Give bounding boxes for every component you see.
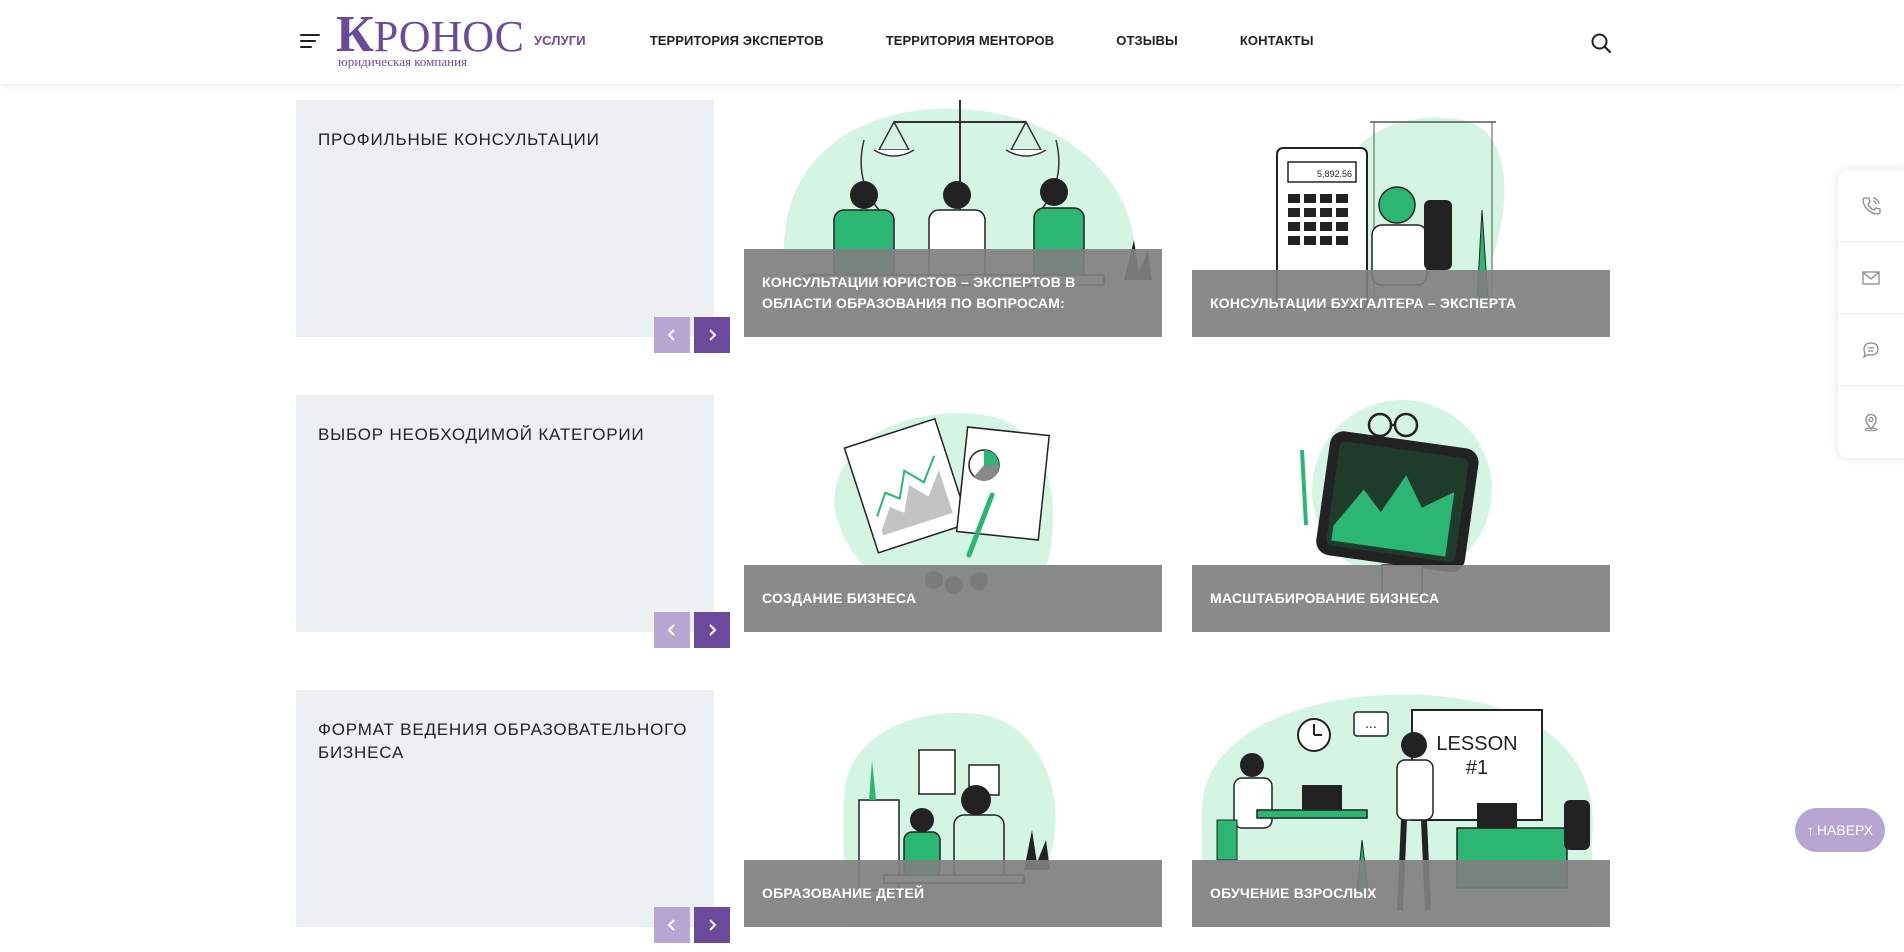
card-label: МАСШТАБИРОВАНИЕ БИЗНЕСА [1192, 565, 1610, 632]
next-arrow-button[interactable] [694, 907, 730, 943]
service-card-adult-education[interactable]: LESSON #1 ... ОБУЧЕНИЕ ВЗРОСЛЫХ [1192, 690, 1610, 927]
logo-subtitle: юридическая компания [338, 54, 468, 69]
service-row-consultations: ПРОФИЛЬНЫЕ КОНСУЛЬТАЦИИ КОНСУЛЬТАЦИИ ЮРИ… [296, 100, 1610, 353]
nav-contacts[interactable]: КОНТАКТЫ [1240, 33, 1314, 48]
service-row-category: ВЫБОР НЕОБХОДИМОЙ КАТЕГОРИИ СОЗДАНИЕ БИЗ… [296, 395, 1610, 648]
phone-icon[interactable] [1838, 170, 1904, 242]
nav-experts[interactable]: ТЕРРИТОРИЯ ЭКСПЕРТОВ [650, 33, 824, 48]
next-arrow-button[interactable] [694, 612, 730, 648]
category-title: ПРОФИЛЬНЫЕ КОНСУЛЬТАЦИИ [318, 130, 600, 149]
nav-mentors[interactable]: ТЕРРИТОРИЯ МЕНТОРОВ [886, 33, 1055, 48]
prev-arrow-button[interactable] [654, 317, 690, 353]
nav-reviews[interactable]: ОТЗЫВЫ [1116, 33, 1178, 48]
prev-arrow-button[interactable] [654, 612, 690, 648]
service-card-accountant[interactable]: 5,892.56 КОНСУЛЬТАЦИИ БУХГАЛТЕРА – ЭКСПЕ… [1192, 100, 1610, 337]
card-label: КОНСУЛЬТАЦИИ БУХГАЛТЕРА – ЭКСПЕРТА [1192, 270, 1610, 337]
card-label: КОНСУЛЬТАЦИИ ЮРИСТОВ – ЭКСПЕРТОВ В ОБЛАС… [744, 249, 1162, 337]
card-label: СОЗДАНИЕ БИЗНЕСА [744, 565, 1162, 632]
search-icon[interactable] [1590, 32, 1612, 54]
svg-text:LESSON: LESSON [1436, 733, 1517, 755]
svg-text:...: ... [1365, 715, 1377, 731]
mail-icon[interactable] [1838, 242, 1904, 314]
next-arrow-button[interactable] [694, 317, 730, 353]
prev-arrow-button[interactable] [654, 907, 690, 943]
main-nav: УСЛУГИ ТЕРРИТОРИЯ ЭКСПЕРТОВ ТЕРРИТОРИЯ М… [534, 33, 1376, 48]
category-title: ФОРМАТ ВЕДЕНИЯ ОБРАЗОВАТЕЛЬНОГО БИЗНЕСА [318, 720, 688, 762]
category-panel: ВЫБОР НЕОБХОДИМОЙ КАТЕГОРИИ [296, 395, 714, 632]
nav-services[interactable]: УСЛУГИ [534, 33, 586, 48]
service-card-business-scaling[interactable]: МАСШТАБИРОВАНИЕ БИЗНЕСА [1192, 395, 1610, 632]
service-card-business-creation[interactable]: СОЗДАНИЕ БИЗНЕСА [744, 395, 1162, 632]
card-label: ОБРАЗОВАНИЕ ДЕТЕЙ [744, 860, 1162, 927]
service-row-format: ФОРМАТ ВЕДЕНИЯ ОБРАЗОВАТЕЛЬНОГО БИЗНЕСА … [296, 690, 1610, 943]
card-label: ОБУЧЕНИЕ ВЗРОСЛЫХ [1192, 860, 1610, 927]
hamburger-menu-icon[interactable] [300, 34, 322, 48]
back-to-top-label: НАВЕРХ [1816, 822, 1874, 838]
location-icon[interactable] [1838, 386, 1904, 458]
svg-text:5,892.56: 5,892.56 [1317, 169, 1352, 179]
category-title: ВЫБОР НЕОБХОДИМОЙ КАТЕГОРИИ [318, 425, 645, 444]
contact-side-panel [1838, 170, 1904, 458]
arrow-up-icon: ↑ [1806, 822, 1814, 838]
service-card-children-education[interactable]: ОБРАЗОВАНИЕ ДЕТЕЙ [744, 690, 1162, 927]
category-panel: ПРОФИЛЬНЫЕ КОНСУЛЬТАЦИИ [296, 100, 714, 337]
back-to-top-button[interactable]: ↑ НАВЕРХ [1795, 808, 1885, 852]
company-logo[interactable]: КРОНОС юридическая компания [336, 9, 524, 70]
site-header: КРОНОС юридическая компания УСЛУГИ ТЕРРИ… [0, 0, 1904, 84]
service-card-lawyers[interactable]: КОНСУЛЬТАЦИИ ЮРИСТОВ – ЭКСПЕРТОВ В ОБЛАС… [744, 100, 1162, 337]
category-panel: ФОРМАТ ВЕДЕНИЯ ОБРАЗОВАТЕЛЬНОГО БИЗНЕСА [296, 690, 714, 927]
svg-text:#1: #1 [1466, 757, 1488, 779]
chat-icon[interactable] [1838, 314, 1904, 386]
